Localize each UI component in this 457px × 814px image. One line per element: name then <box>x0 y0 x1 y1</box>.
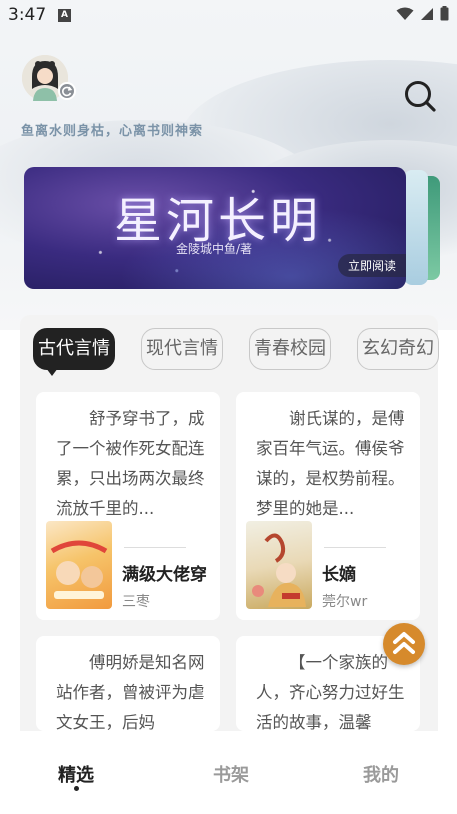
book-description: 谢氏谋的，是傅家百年气运。傅侯爷谋的，是权势前程。梦里的她是... <box>256 409 405 518</box>
tab-fantasy[interactable]: 玄幻奇幻 <box>357 328 439 370</box>
book-description: 舒予穿书了，成了一个被作死女配连累，只出场两次最终流放千里的... <box>56 409 205 518</box>
book-cover[interactable] <box>46 521 112 609</box>
book-title: 长嫡 <box>322 565 356 585</box>
nav-profile[interactable]: 我的 <box>363 761 399 787</box>
tab-label: 现代言情 <box>146 338 218 359</box>
status-bar: 3:47 A <box>0 0 457 30</box>
divider <box>124 547 186 548</box>
banner-next-card[interactable] <box>404 170 428 285</box>
tab-modern-romance[interactable]: 现代言情 <box>141 328 223 370</box>
bottom-navigation: 精选 书架 我的 <box>0 731 457 814</box>
featured-banner[interactable]: 星河长明 金陵城中鱼/著 立即阅读 <box>24 167 406 289</box>
divider <box>324 547 386 548</box>
book-title: 满级大佬穿 <box>122 565 207 585</box>
notification-icon: A <box>58 9 71 22</box>
avatar-refresh-badge[interactable] <box>58 82 76 100</box>
signal-icon <box>421 7 433 20</box>
nav-bookshelf[interactable]: 书架 <box>213 761 249 787</box>
status-icons <box>396 6 449 21</box>
tab-label: 古代言情 <box>38 338 110 359</box>
status-time: 3:47 <box>8 5 47 25</box>
book-author: 莞尔wr <box>322 594 368 610</box>
book-card[interactable]: 谢氏谋的，是傅家百年气运。傅侯爷谋的，是权势前程。梦里的她是... 长嫡 莞尔w… <box>236 392 420 620</box>
tab-label: 青春校园 <box>254 338 326 359</box>
tab-ancient-romance[interactable]: 古代言情 <box>33 328 115 376</box>
slogan: 鱼离水则身枯，心离书则神索 <box>21 124 204 139</box>
wifi-icon <box>396 7 414 20</box>
book-author: 三枣 <box>122 594 150 610</box>
book-card[interactable]: 傅明娇是知名网站作者，曾被评为虐文女王，后妈 <box>36 636 220 731</box>
banner-author: 金陵城中鱼/著 <box>176 242 253 256</box>
cover-art-icon <box>252 533 306 607</box>
battery-icon <box>440 6 449 21</box>
scroll-to-top-button[interactable] <box>383 623 425 665</box>
cover-art-icon <box>50 540 108 599</box>
book-cover[interactable] <box>246 521 312 609</box>
tab-pointer <box>46 368 58 376</box>
book-card[interactable]: 舒予穿书了，成了一个被作死女配连累，只出场两次最终流放千里的... 满级大佬穿 … <box>36 392 220 620</box>
nav-featured[interactable]: 精选 <box>58 761 94 787</box>
chevron-up-icon <box>393 632 415 654</box>
active-indicator <box>74 786 79 791</box>
search-icon <box>405 81 436 112</box>
refresh-icon <box>62 86 73 97</box>
search-button[interactable] <box>402 78 438 114</box>
tab-label: 玄幻奇幻 <box>362 338 434 359</box>
read-now-button[interactable]: 立即阅读 <box>337 254 406 277</box>
book-description: 傅明娇是知名网站作者，曾被评为虐文女王，后妈 <box>56 653 205 731</box>
tab-campus[interactable]: 青春校园 <box>249 328 331 370</box>
